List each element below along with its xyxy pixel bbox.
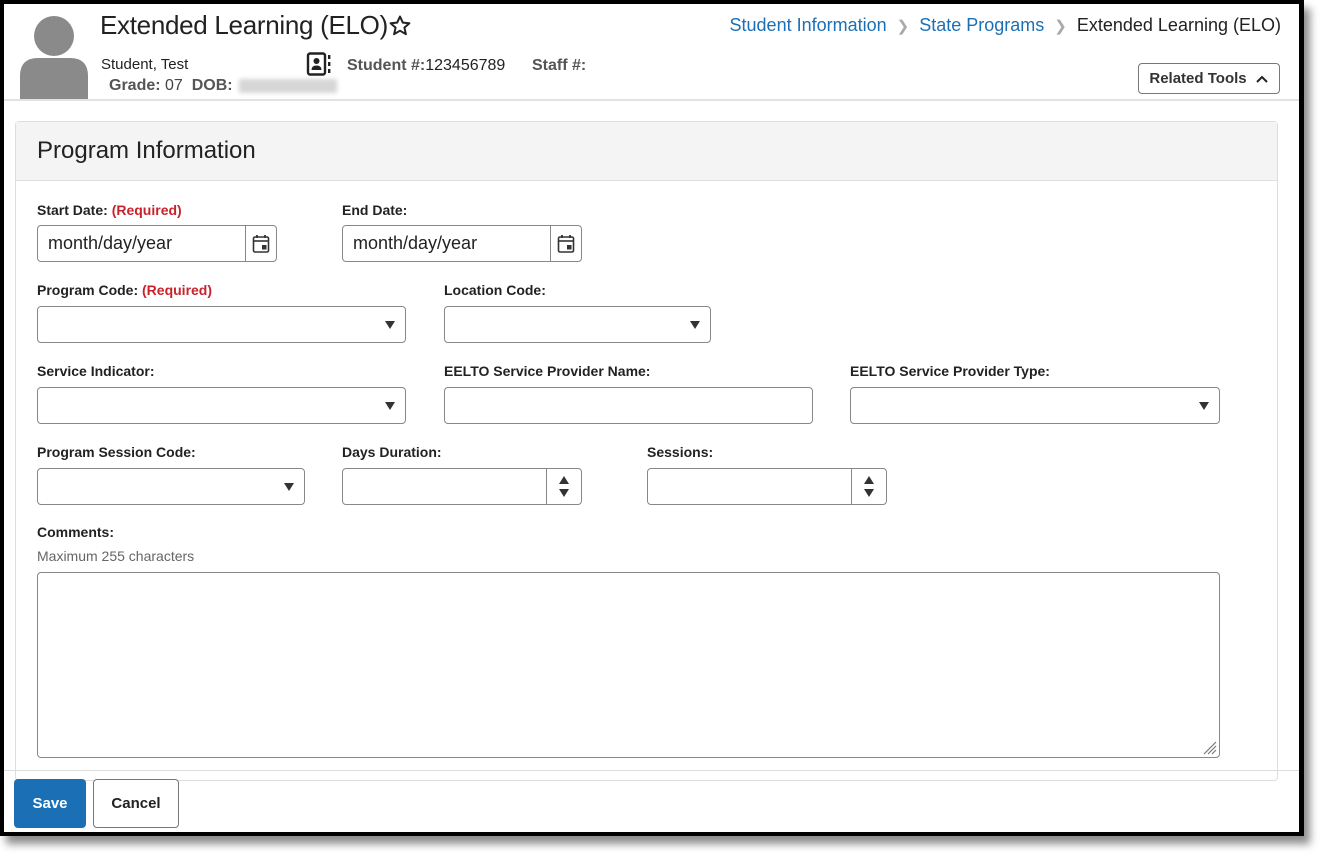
footer-divider	[4, 770, 1299, 771]
days-duration-stepper[interactable]	[546, 469, 581, 504]
panel-title: Program Information	[37, 137, 256, 164]
calendar-icon	[557, 234, 575, 253]
save-button[interactable]: Save	[14, 779, 86, 828]
end-date-calendar-button[interactable]	[550, 226, 581, 261]
dropdown-arrow-icon	[690, 321, 700, 329]
decrement-arrow-icon[interactable]	[559, 489, 569, 497]
start-date-field[interactable]: month/day/year	[37, 225, 277, 262]
end-date-input[interactable]: month/day/year	[343, 226, 550, 261]
calendar-icon	[252, 234, 270, 253]
dropdown-arrow-icon	[385, 321, 395, 329]
related-tools-label: Related Tools	[1149, 70, 1247, 87]
comments-label: Comments:	[37, 524, 115, 540]
required-indicator: (Required)	[111, 202, 182, 218]
chevron-right-icon: ❯	[896, 17, 910, 35]
student-number: Student #:123456789	[347, 57, 505, 75]
start-date-input[interactable]: month/day/year	[38, 226, 245, 261]
panel-header: Program Information	[16, 122, 1277, 181]
student-avatar-icon	[20, 16, 88, 100]
sessions-stepper[interactable]	[851, 469, 886, 504]
student-number-label: Student #:	[347, 57, 426, 74]
location-code-label: Location Code:	[444, 282, 546, 298]
program-information-panel: Program Information Start Date: (Require…	[15, 121, 1278, 781]
service-indicator-select[interactable]	[37, 387, 406, 424]
provider-type-select[interactable]	[850, 387, 1220, 424]
breadcrumb-current: Extended Learning (ELO)	[1076, 15, 1281, 35]
provider-name-input[interactable]	[444, 387, 813, 424]
end-date-label: End Date:	[342, 202, 408, 218]
page-title: Extended Learning (ELO)	[100, 10, 388, 40]
session-code-label: Program Session Code:	[37, 444, 196, 460]
breadcrumb: Student Information ❯ State Programs ❯ E…	[730, 15, 1281, 36]
start-date-label: Start Date: (Required)	[37, 202, 182, 218]
student-number-value: 123456789	[425, 57, 506, 74]
sessions-input[interactable]	[647, 468, 887, 505]
contact-card-icon[interactable]	[306, 52, 332, 76]
grade-dob-line: Grade: 07 DOB:	[109, 77, 338, 95]
service-indicator-label: Service Indicator:	[37, 363, 155, 379]
dropdown-arrow-icon	[1199, 402, 1209, 410]
chevron-up-icon	[1255, 75, 1268, 83]
start-date-label-text: Start Date:	[37, 202, 108, 218]
end-date-field[interactable]: month/day/year	[342, 225, 582, 262]
breadcrumb-student-information[interactable]: Student Information	[730, 15, 887, 36]
comments-textarea[interactable]	[37, 572, 1220, 758]
resize-grip-icon[interactable]	[1201, 739, 1217, 755]
cancel-button[interactable]: Cancel	[93, 779, 179, 828]
comments-help-text: Maximum 255 characters	[37, 548, 195, 564]
session-code-select[interactable]	[37, 468, 305, 505]
app-window: Extended Learning (ELO) Student, Test Gr…	[0, 0, 1304, 836]
increment-arrow-icon[interactable]	[864, 476, 874, 484]
chevron-right-icon: ❯	[1054, 17, 1067, 35]
dob-value-redacted	[239, 78, 338, 93]
breadcrumb-state-programs[interactable]: State Programs	[919, 15, 1044, 36]
decrement-arrow-icon[interactable]	[864, 489, 874, 497]
dropdown-arrow-icon	[284, 483, 294, 491]
days-duration-label: Days Duration:	[342, 444, 442, 460]
program-code-label: Program Code: (Required)	[37, 282, 212, 298]
required-indicator: (Required)	[142, 282, 213, 298]
grade-label: Grade:	[109, 77, 161, 94]
sessions-label: Sessions:	[647, 444, 714, 460]
dob-label: DOB:	[191, 77, 233, 94]
staff-number-label: Staff #:	[532, 57, 587, 74]
student-name: Student, Test	[101, 56, 189, 73]
related-tools-button[interactable]: Related Tools	[1138, 63, 1280, 94]
start-date-calendar-button[interactable]	[245, 226, 276, 261]
days-duration-input[interactable]	[342, 468, 582, 505]
header-divider	[4, 99, 1299, 101]
location-code-select[interactable]	[444, 306, 711, 343]
program-code-select[interactable]	[37, 306, 406, 343]
program-code-label-text: Program Code:	[37, 282, 139, 298]
dropdown-arrow-icon	[385, 402, 395, 410]
favorite-star-icon[interactable]	[388, 14, 412, 38]
grade-value: 07	[165, 77, 183, 94]
provider-type-label: EELTO Service Provider Type:	[850, 363, 1050, 379]
increment-arrow-icon[interactable]	[559, 476, 569, 484]
provider-name-label: EELTO Service Provider Name:	[444, 363, 651, 379]
